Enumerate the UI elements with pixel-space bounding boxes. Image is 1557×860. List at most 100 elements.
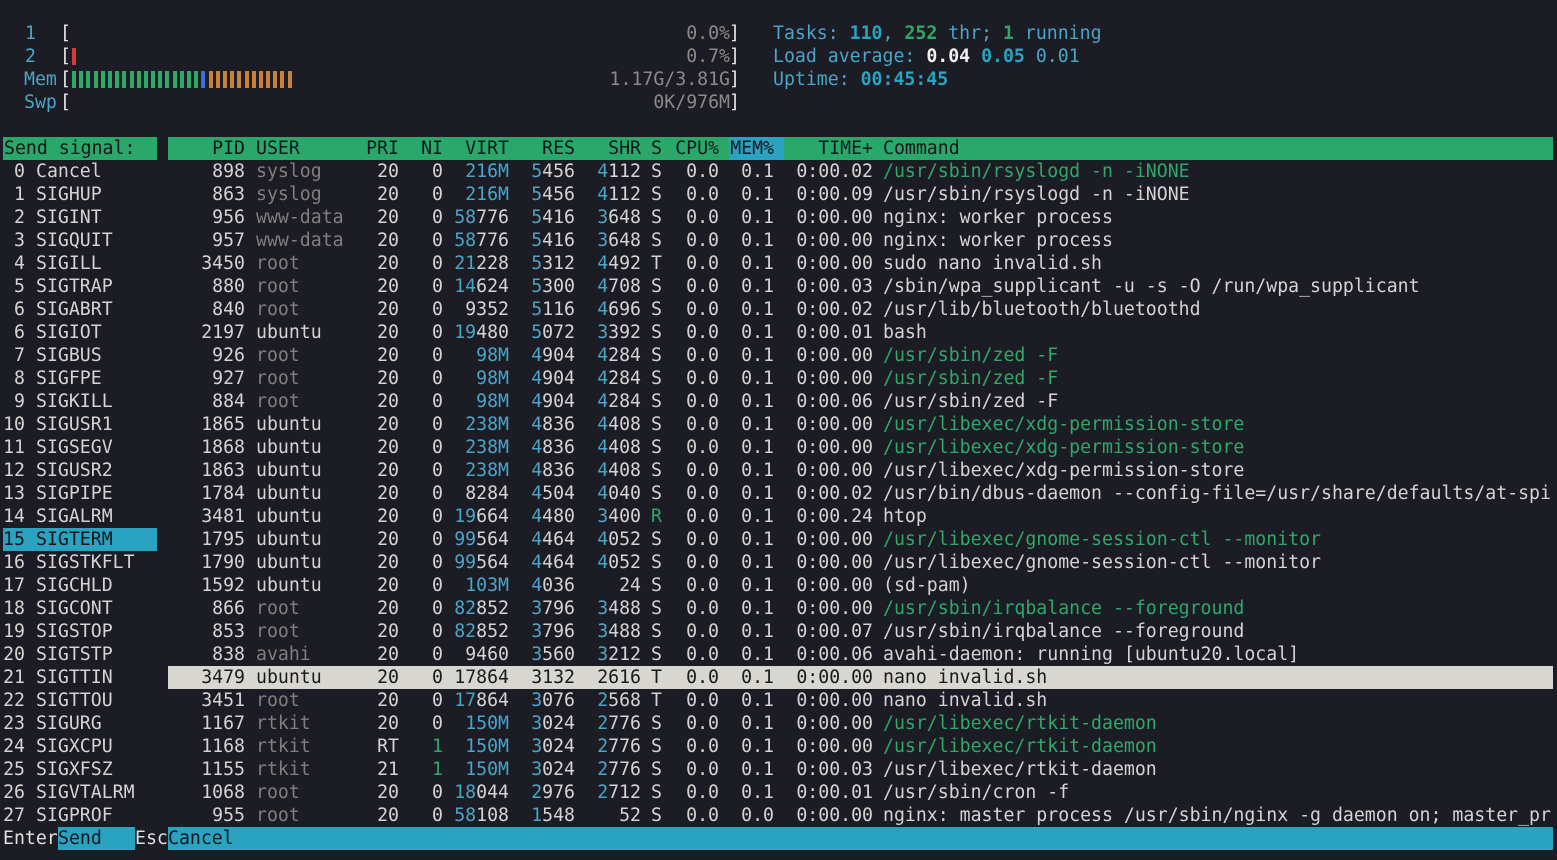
process-user: root xyxy=(256,598,300,619)
signal-item-sigsegv[interactable]: 11 SIGSEGV xyxy=(3,436,157,459)
col-virt[interactable]: VIRT xyxy=(450,137,509,160)
process-virt: 238M xyxy=(465,437,509,458)
table-row[interactable]: 14 SIGALRM 3481 ubuntu 20 0 19664 4480 3400 R 0.0 0… xyxy=(0,505,1557,528)
col-shr[interactable]: SHR xyxy=(586,137,641,160)
signal-item-sigchld[interactable]: 17 SIGCHLD xyxy=(3,574,157,597)
signal-item-sigtrap[interactable]: 5 SIGTRAP xyxy=(3,275,157,298)
table-row[interactable]: 18 SIGCONT 866 root 20 0 82852 3796 3488 S 0.0 0.1 0… xyxy=(0,597,1557,620)
col-time[interactable]: TIME+ xyxy=(790,137,873,160)
send-button[interactable]: Send xyxy=(58,827,135,850)
signal-item-sigstop[interactable]: 19 SIGSTOP xyxy=(3,620,157,643)
signal-item-sigiot[interactable]: 6 SIGIOT xyxy=(3,321,157,344)
signal-item-sigabrt[interactable]: 6 SIGABRT xyxy=(3,298,157,321)
col-state[interactable]: S xyxy=(651,137,662,160)
signal-item-sigpipe[interactable]: 13 SIGPIPE xyxy=(3,482,157,505)
table-row[interactable]: 8 SIGFPE 927 root 20 0 98M 4904 4284 S 0.0 0.1 0:00.… xyxy=(0,367,1557,390)
process-virt: 58776 xyxy=(454,207,509,228)
process-ni: 0 xyxy=(432,690,443,711)
process-pid: 1155 xyxy=(201,759,245,780)
signal-item-sigusr1[interactable]: 10 SIGUSR1 xyxy=(3,413,157,436)
process-cpu: 0.0 xyxy=(686,230,719,251)
signal-item-sigprof[interactable]: 27 SIGPROF xyxy=(3,804,157,827)
signal-item-sigvtalrm[interactable]: 26 SIGVTALRM xyxy=(3,781,157,804)
signal-name: SIGURG xyxy=(36,713,102,734)
table-row[interactable]: 9 SIGKILL 884 root 20 0 98M 4904 4284 S 0.0 0.1 0:00… xyxy=(0,390,1557,413)
col-res[interactable]: RES xyxy=(520,137,575,160)
signal-item-sigxfsz[interactable]: 25 SIGXFSZ xyxy=(3,758,157,781)
signal-item-sigquit[interactable]: 3 SIGQUIT xyxy=(3,229,157,252)
table-row[interactable]: 20 SIGTSTP 838 avahi 20 0 9460 3560 3212 S 0.0 0.1 0… xyxy=(0,643,1557,666)
signal-item-sigkill[interactable]: 9 SIGKILL xyxy=(3,390,157,413)
process-pid: 3450 xyxy=(201,253,245,274)
col-pri[interactable]: PRI xyxy=(360,137,399,160)
table-row[interactable]: 10 SIGUSR1 1865 ubuntu 20 0 238M 4836 4408 S 0.0 0.… xyxy=(0,413,1557,436)
signal-item-sigttin[interactable]: 21 SIGTTIN xyxy=(3,666,157,689)
table-row[interactable]: 23 SIGURG 1167 rtkit 20 0 150M 3024 2776 S 0.0 0.1 0… xyxy=(0,712,1557,735)
process-time: 0:00.00 xyxy=(796,207,873,228)
process-pid: 927 xyxy=(212,368,245,389)
signal-number: 9 xyxy=(14,391,25,412)
signal-item-sigstkflt[interactable]: 16 SIGSTKFLT xyxy=(3,551,157,574)
cancel-button[interactable]: Cancel xyxy=(168,827,1553,850)
meter-open-bracket: [ xyxy=(60,69,71,90)
process-virt: 17864 xyxy=(454,690,509,711)
col-user[interactable]: USER xyxy=(256,137,300,160)
signal-item-sigttou[interactable]: 22 SIGTTOU xyxy=(3,689,157,712)
process-mem: 0.1 xyxy=(741,667,774,688)
table-row[interactable]: 27 SIGPROF 955 root 20 0 58108 1548 52 S 0.0 0.0 0:0… xyxy=(0,804,1557,827)
signal-item-sigbus[interactable]: 7 SIGBUS xyxy=(3,344,157,367)
process-cpu: 0.0 xyxy=(686,805,719,826)
col-cpu[interactable]: CPU% xyxy=(670,137,719,160)
table-row[interactable]: 24 SIGXCPU 1168 rtkit RT 1 150M 3024 2776 S 0.0 0.1… xyxy=(0,735,1557,758)
signal-item-sigtstp[interactable]: 20 SIGTSTP xyxy=(3,643,157,666)
signal-name: SIGTSTP xyxy=(36,644,113,665)
signal-item-sighup[interactable]: 1 SIGHUP xyxy=(3,183,157,206)
signal-item-cancel[interactable]: 0 Cancel xyxy=(3,160,157,183)
process-mem: 0.1 xyxy=(741,345,774,366)
table-row[interactable]: 16 SIGSTKFLT 1790 ubuntu 20 0 99564 4464 4052 S 0.… xyxy=(0,551,1557,574)
signal-item-sigalrm[interactable]: 14 SIGALRM xyxy=(3,505,157,528)
process-pri: 20 xyxy=(377,345,399,366)
process-cpu: 0.0 xyxy=(686,368,719,389)
table-row[interactable]: 2 SIGINT 956 www-data 20 0 58776 5416 3648 S 0.0 0.… xyxy=(0,206,1557,229)
table-row[interactable]: 0 Cancel 898 syslog 20 0 216M 5456 4112 S 0.0 0.1 0:… xyxy=(0,160,1557,183)
signal-item-sigusr2[interactable]: 12 SIGUSR2 xyxy=(3,459,157,482)
table-row[interactable]: 6 SIGABRT 840 root 20 0 9352 5116 4696 S 0.0 0.1 0:0… xyxy=(0,298,1557,321)
process-mem: 0.1 xyxy=(741,322,774,343)
table-row[interactable]: 21 SIGTTIN 3479 ubuntu 20 0 17864 3132 2616 T 0.0 0… xyxy=(0,666,1557,689)
signal-item-sigterm[interactable]: 15 SIGTERM xyxy=(3,528,157,551)
table-row[interactable]: 1 SIGHUP 863 syslog 20 0 216M 5456 4112 S 0.0 0.1 0:… xyxy=(0,183,1557,206)
process-mem: 0.1 xyxy=(741,253,774,274)
signal-item-sigill[interactable]: 4 SIGILL xyxy=(3,252,157,275)
table-row[interactable]: 5 SIGTRAP 880 root 20 0 14624 5300 4708 S 0.0 0.1 0:… xyxy=(0,275,1557,298)
col-ni[interactable]: NI xyxy=(410,137,443,160)
table-row[interactable]: 3 SIGQUIT 957 www-data 20 0 58776 5416 3648 S 0.0 0… xyxy=(0,229,1557,252)
table-row[interactable]: 17 SIGCHLD 1592 ubuntu 20 0 103M 4036 24 S 0.0 0.1 0… xyxy=(0,574,1557,597)
table-row[interactable]: 4 SIGILL 3450 root 20 0 21228 5312 4492 T 0.0 0.1 0:… xyxy=(0,252,1557,275)
signal-item-sigxcpu[interactable]: 24 SIGXCPU xyxy=(3,735,157,758)
signal-name: SIGQUIT xyxy=(36,230,113,251)
process-ni: 0 xyxy=(432,529,443,550)
col-mem[interactable]: MEM% xyxy=(726,137,774,160)
process-cmd: avahi-daemon: running [ubuntu20.local] xyxy=(883,644,1300,665)
table-row[interactable]: 7 SIGBUS 926 root 20 0 98M 4904 4284 S 0.0 0.1 0:00.… xyxy=(0,344,1557,367)
table-row[interactable]: 15 SIGTERM 1795 ubuntu 20 0 99564 4464 4052 S 0.0 0… xyxy=(0,528,1557,551)
signal-item-sigcont[interactable]: 18 SIGCONT xyxy=(3,597,157,620)
signal-item-sigfpe[interactable]: 8 SIGFPE xyxy=(3,367,157,390)
signal-item-sigint[interactable]: 2 SIGINT xyxy=(3,206,157,229)
signal-item-sigurg[interactable]: 23 SIGURG xyxy=(3,712,157,735)
table-row[interactable]: 25 SIGXFSZ 1155 rtkit 21 1 150M 3024 2776 S 0.0 0.1… xyxy=(0,758,1557,781)
process-cmd: sudo nano invalid.sh xyxy=(883,253,1102,274)
table-row[interactable]: 22 SIGTTOU 3451 root 20 0 17864 3076 2568 T 0.0 0.1… xyxy=(0,689,1557,712)
meter-bar xyxy=(72,45,79,68)
process-res: 5300 xyxy=(531,276,575,297)
table-row[interactable]: 13 SIGPIPE 1784 ubuntu 20 0 8284 4504 4040 S 0.0 0.… xyxy=(0,482,1557,505)
table-row[interactable]: 26 SIGVTALRM 1068 root 20 0 18044 2976 2712 S 0.0 0… xyxy=(0,781,1557,804)
table-row[interactable]: 6 SIGIOT 2197 ubuntu 20 0 19480 5072 3392 S 0.0 0.1… xyxy=(0,321,1557,344)
table-row[interactable]: 11 SIGSEGV 1868 ubuntu 20 0 238M 4836 4408 S 0.0 0.… xyxy=(0,436,1557,459)
table-row[interactable]: 19 SIGSTOP 853 root 20 0 82852 3796 3488 S 0.0 0.1 0… xyxy=(0,620,1557,643)
process-time: 0:00.00 xyxy=(796,345,873,366)
col-command[interactable]: Command xyxy=(883,137,960,160)
col-pid[interactable]: PID xyxy=(168,137,245,160)
table-row[interactable]: 12 SIGUSR2 1863 ubuntu 20 0 238M 4836 4408 S 0.0 0.… xyxy=(0,459,1557,482)
